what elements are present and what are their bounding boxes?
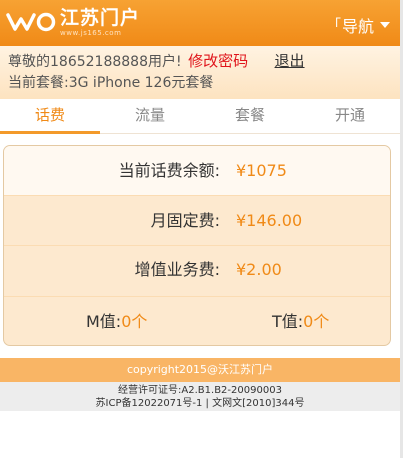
nav-label: 导航 (341, 17, 374, 36)
page: 江苏门户 www.js165.com 「 导航 尊敬的18652188888用户… (0, 0, 403, 458)
copyright-bar: copyright2015@沃江苏门户 (0, 358, 400, 382)
nav-bracket-icon: 「 (326, 18, 341, 34)
change-password-link[interactable]: 修改密码 (188, 52, 248, 70)
license-line-2: 苏ICP备12022071号-1 | 文网文[2010]344号 (95, 398, 305, 409)
greeting-line: 尊敬的18652188888用户! 修改密码 退出 (8, 51, 392, 72)
fixed-fee-value: ¥146.00 (236, 211, 303, 230)
tab-traffic[interactable]: 流量 (100, 99, 200, 133)
greeting-prefix: 尊敬的 (8, 54, 50, 70)
plan-label: 当前套餐: (8, 75, 69, 91)
fee-panel: 当前话费余额: ¥1075 月固定费: ¥146.00 增值业务费: ¥2.00… (3, 145, 391, 346)
nav-menu-button[interactable]: 「 导航 (327, 13, 390, 37)
vas-fee-row: 增值业务费: ¥2.00 (4, 245, 390, 294)
logo-title: 江苏门户 (60, 7, 141, 29)
balance-row: 当前话费余额: ¥1075 (4, 146, 390, 195)
balance-value: ¥1075 (236, 161, 287, 180)
t-value-item: T值:0个 (272, 298, 330, 345)
t-value: 0个 (303, 312, 330, 331)
vas-fee-label: 增值业务费: (134, 260, 220, 279)
tab-fees[interactable]: 话费 (0, 99, 100, 134)
tab-plan[interactable]: 套餐 (200, 99, 300, 133)
plan-line: 当前套餐:3G iPhone 126元套餐 (8, 72, 392, 94)
logo[interactable]: 江苏门户 www.js165.com (6, 7, 140, 37)
license-line-1: 经营许可证号:A2.B1.B2-20090003 (118, 385, 282, 396)
tab-bar: 话费 流量 套餐 开通 (0, 99, 400, 134)
vas-fee-value: ¥2.00 (236, 260, 282, 279)
logo-text: 江苏门户 www.js165.com (60, 7, 140, 37)
mt-values-row: M值:0个 T值:0个 (4, 298, 390, 345)
divider (4, 296, 390, 297)
wo-logo-icon (6, 12, 56, 32)
fixed-fee-label: 月固定费: (150, 211, 220, 230)
chevron-down-icon (380, 22, 390, 28)
logout-link[interactable]: 退出 (275, 52, 305, 70)
balance-label: 当前话费余额: (118, 161, 220, 180)
fixed-fee-row: 月固定费: ¥146.00 (4, 196, 390, 245)
greeting-suffix: 用户! (147, 54, 182, 70)
user-phone: 18652188888 (50, 54, 148, 70)
m-value: 0个 (121, 312, 148, 331)
plan-name: 3G iPhone 126元套餐 (68, 75, 214, 91)
user-info: 尊敬的18652188888用户! 修改密码 退出 当前套餐:3G iPhone… (0, 46, 400, 99)
t-value-label: T值: (272, 312, 304, 331)
m-value-label: M值: (86, 312, 122, 331)
header-bar: 江苏门户 www.js165.com 「 导航 (0, 0, 400, 46)
tab-activate[interactable]: 开通 (300, 99, 400, 133)
logo-url: www.js165.com (60, 29, 122, 37)
m-value-item: M值:0个 (86, 298, 148, 345)
license-info: 经营许可证号:A2.B1.B2-20090003 苏ICP备12022071号-… (0, 382, 400, 411)
